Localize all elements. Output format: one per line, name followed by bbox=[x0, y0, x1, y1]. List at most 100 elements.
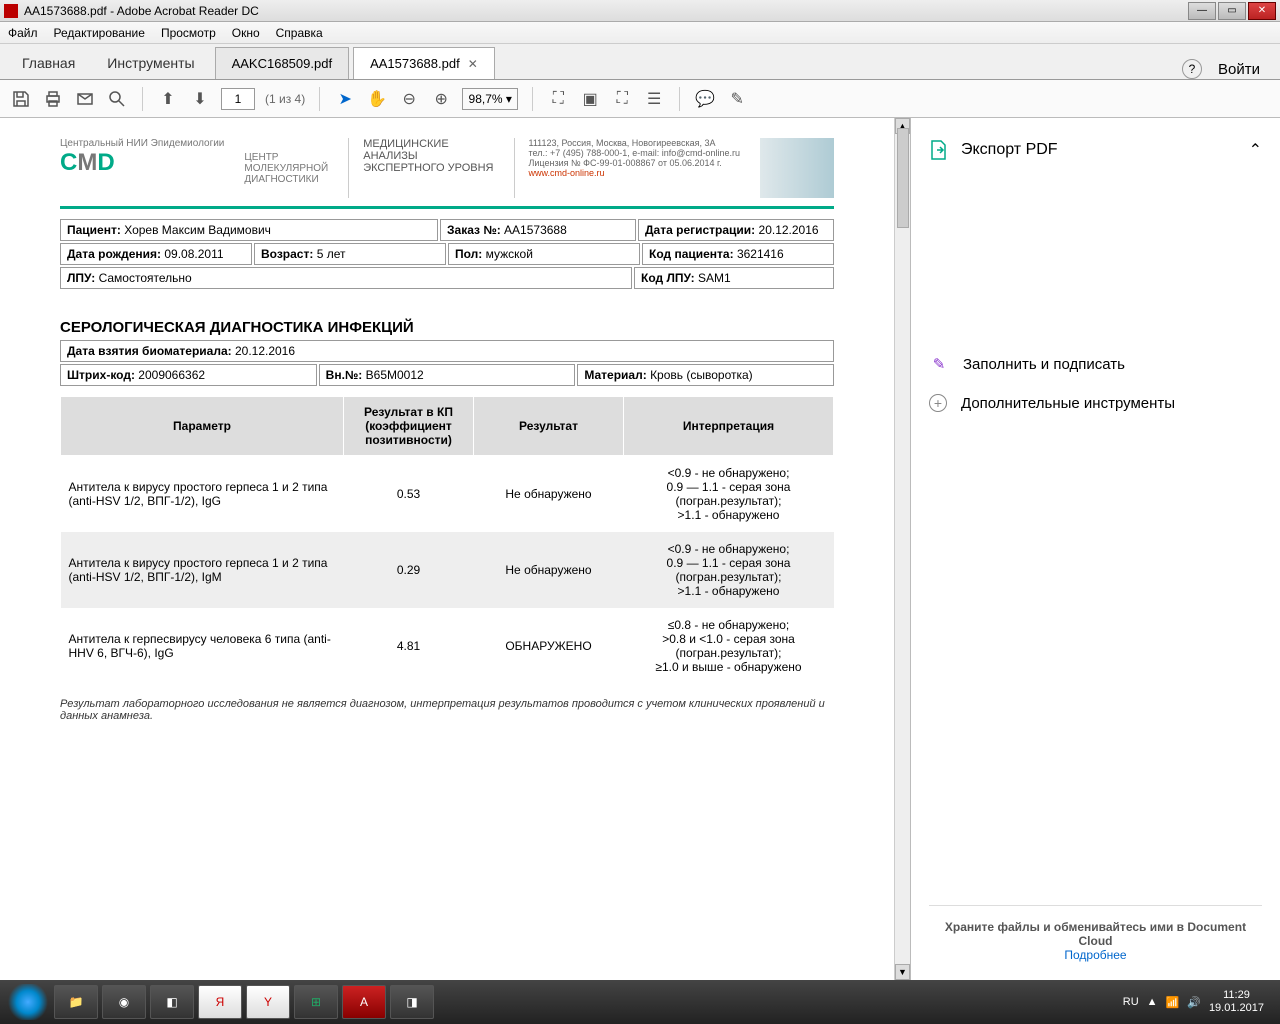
vn-cell: Вн.№: B65M0012 bbox=[319, 364, 576, 386]
system-tray[interactable]: RU ▲ 📶 🔊 11:29 19.01.2017 bbox=[1123, 989, 1274, 1015]
menu-file[interactable]: Файл bbox=[8, 26, 38, 40]
menu-edit[interactable]: Редактирование bbox=[54, 26, 145, 40]
side-foot-text: Храните файлы и обменивайтесь ими в Docu… bbox=[945, 920, 1246, 948]
taskbar-excel[interactable]: ⊞ bbox=[294, 985, 338, 1019]
zoom-in-icon[interactable]: ⊕ bbox=[430, 88, 452, 110]
scroll-thumb[interactable] bbox=[897, 128, 909, 228]
document-tab-label: AAKC168509.pdf bbox=[232, 56, 332, 71]
hand-icon[interactable]: ✋ bbox=[366, 88, 388, 110]
org-mid: ЭКСПЕРТНОГО УРОВНЯ bbox=[363, 162, 493, 174]
close-button[interactable]: ✕ bbox=[1248, 2, 1276, 20]
side-more-tools[interactable]: + Дополнительные инструменты bbox=[929, 384, 1262, 422]
tray-clock[interactable]: 11:29 19.01.2017 bbox=[1209, 989, 1264, 1015]
side-foot-link[interactable]: Подробнее bbox=[1064, 948, 1126, 962]
menu-bar: Файл Редактирование Просмотр Окно Справк… bbox=[0, 22, 1280, 44]
cell-interp: <0.9 - не обнаружено; 0.9 — 1.1 - серая … bbox=[624, 532, 834, 608]
maximize-button[interactable]: ▭ bbox=[1218, 2, 1246, 20]
cell-kp: 0.53 bbox=[344, 456, 474, 533]
side-more-label: Дополнительные инструменты bbox=[961, 395, 1175, 412]
tray-date: 19.01.2017 bbox=[1209, 1002, 1264, 1015]
taskbar-acrobat[interactable]: A bbox=[342, 985, 386, 1019]
fit-page-icon[interactable]: ▣ bbox=[579, 88, 601, 110]
barcode-cell: Штрих-код: 2009066362 bbox=[60, 364, 317, 386]
side-export-pdf[interactable]: Экспорт PDF ⌃ bbox=[929, 136, 1262, 164]
section-title: СЕРОЛОГИЧЕСКАЯ ДИАГНОСТИКА ИНФЕКЦИЙ bbox=[60, 319, 834, 336]
tray-time: 11:29 bbox=[1209, 989, 1264, 1002]
zoom-select[interactable]: 98,7% ▾ bbox=[462, 88, 518, 110]
export-pdf-icon bbox=[929, 140, 947, 160]
letterhead: Центральный НИИ Эпидемиологии CMD ЦЕНТР … bbox=[60, 138, 834, 209]
window-titlebar: AA1573688.pdf - Adobe Acrobat Reader DC … bbox=[0, 0, 1280, 22]
cell-kp: 4.81 bbox=[344, 608, 474, 684]
lpu-cell: ЛПУ: Самостоятельно bbox=[60, 267, 632, 289]
pointer-icon[interactable]: ➤ bbox=[334, 88, 356, 110]
cell-param: Антитела к вирусу простого герпеса 1 и 2… bbox=[61, 456, 344, 533]
patient-name-cell: Пациент: Хорев Максим Вадимович bbox=[60, 219, 438, 241]
plus-circle-icon: + bbox=[929, 394, 947, 412]
tray-lang[interactable]: RU bbox=[1123, 996, 1139, 1008]
cmd-logo: CMD bbox=[60, 149, 224, 177]
taskbar-app-icon[interactable]: ◧ bbox=[150, 985, 194, 1019]
fullscreen-icon[interactable]: ⛶ bbox=[611, 88, 633, 110]
side-footer: Храните файлы и обменивайтесь ими в Docu… bbox=[929, 905, 1262, 962]
windows-taskbar: 📁 ◉ ◧ Я Y ⊞ A ◨ RU ▲ 📶 🔊 11:29 19.01.201… bbox=[0, 980, 1280, 1024]
menu-view[interactable]: Просмотр bbox=[161, 26, 216, 40]
org-sub: ЦЕНТР bbox=[244, 152, 328, 163]
sign-icon[interactable]: ✎ bbox=[726, 88, 748, 110]
page-number-input[interactable] bbox=[221, 88, 255, 110]
org-mid: МЕДИЦИНСКИЕ bbox=[363, 138, 493, 150]
help-icon[interactable]: ? bbox=[1182, 59, 1202, 79]
print-icon[interactable] bbox=[42, 88, 64, 110]
main-area: Центральный НИИ Эпидемиологии CMD ЦЕНТР … bbox=[0, 118, 1280, 980]
document-tab-0[interactable]: AAKC168509.pdf bbox=[215, 47, 349, 79]
th-result: Результат bbox=[474, 397, 624, 456]
menu-help[interactable]: Справка bbox=[276, 26, 323, 40]
sample-date-cell: Дата взятия биоматериала: 20.12.2016 bbox=[60, 340, 834, 362]
pen-icon: ✎ bbox=[929, 354, 949, 374]
document-tab-label: AA1573688.pdf bbox=[370, 56, 460, 71]
taskbar-app-icon[interactable]: ◨ bbox=[390, 985, 434, 1019]
footnote: Результат лабораторного исследования не … bbox=[60, 698, 834, 722]
mail-icon[interactable] bbox=[74, 88, 96, 110]
scroll-down-icon[interactable]: ▼ bbox=[895, 964, 910, 980]
taskbar-yandex-browser[interactable]: Y bbox=[246, 985, 290, 1019]
taskbar-chrome[interactable]: ◉ bbox=[102, 985, 146, 1019]
cell-kp: 0.29 bbox=[344, 532, 474, 608]
save-icon[interactable] bbox=[10, 88, 32, 110]
cell-result: ОБНАРУЖЕНО bbox=[474, 608, 624, 684]
read-mode-icon[interactable]: ☰ bbox=[643, 88, 665, 110]
org-tel: тел.: +7 (495) 788-000-1, e-mail: info@c… bbox=[529, 148, 740, 158]
cell-param: Антитела к герпесвирусу человека 6 типа … bbox=[61, 608, 344, 684]
page-count: (1 из 4) bbox=[265, 92, 305, 106]
search-icon[interactable] bbox=[106, 88, 128, 110]
tab-home[interactable]: Главная bbox=[6, 47, 91, 79]
comment-icon[interactable]: 💬 bbox=[694, 88, 716, 110]
fit-width-icon[interactable]: ⛶ bbox=[547, 88, 569, 110]
tray-flag-icon: ▲ bbox=[1147, 996, 1158, 1008]
side-fill-sign[interactable]: ✎ Заполнить и подписать bbox=[929, 344, 1262, 384]
table-row: Антитела к герпесвирусу человека 6 типа … bbox=[61, 608, 834, 684]
lpucode-cell: Код ЛПУ: SAM1 bbox=[634, 267, 834, 289]
document-tab-1[interactable]: AA1573688.pdf ✕ bbox=[353, 47, 495, 79]
tab-tools[interactable]: Инструменты bbox=[91, 47, 210, 79]
table-row: Антитела к вирусу простого герпеса 1 и 2… bbox=[61, 456, 834, 533]
cell-result: Не обнаружено bbox=[474, 532, 624, 608]
pdf-page: Центральный НИИ Эпидемиологии CMD ЦЕНТР … bbox=[0, 118, 894, 980]
page-down-icon[interactable]: ⬇ bbox=[189, 88, 211, 110]
window-buttons: — ▭ ✕ bbox=[1186, 2, 1276, 20]
menu-window[interactable]: Окно bbox=[232, 26, 260, 40]
vertical-scrollbar[interactable]: ▲ ▼ bbox=[894, 118, 910, 980]
minimize-button[interactable]: — bbox=[1188, 2, 1216, 20]
taskbar-yandex[interactable]: Я bbox=[198, 985, 242, 1019]
taskbar-explorer[interactable]: 📁 bbox=[54, 985, 98, 1019]
app-icon bbox=[4, 4, 18, 18]
side-panel: Экспорт PDF ⌃ ✎ Заполнить и подписать + … bbox=[910, 118, 1280, 980]
cell-interp: ≤0.8 - не обнаружено; >0.8 и <1.0 - сера… bbox=[624, 608, 834, 684]
close-tab-icon[interactable]: ✕ bbox=[468, 57, 478, 71]
start-button[interactable] bbox=[6, 984, 50, 1020]
th-param: Параметр bbox=[61, 397, 344, 456]
cell-param: Антитела к вирусу простого герпеса 1 и 2… bbox=[61, 532, 344, 608]
login-link[interactable]: Войти bbox=[1218, 61, 1260, 78]
zoom-out-icon[interactable]: ⊖ bbox=[398, 88, 420, 110]
page-up-icon[interactable]: ⬆ bbox=[157, 88, 179, 110]
